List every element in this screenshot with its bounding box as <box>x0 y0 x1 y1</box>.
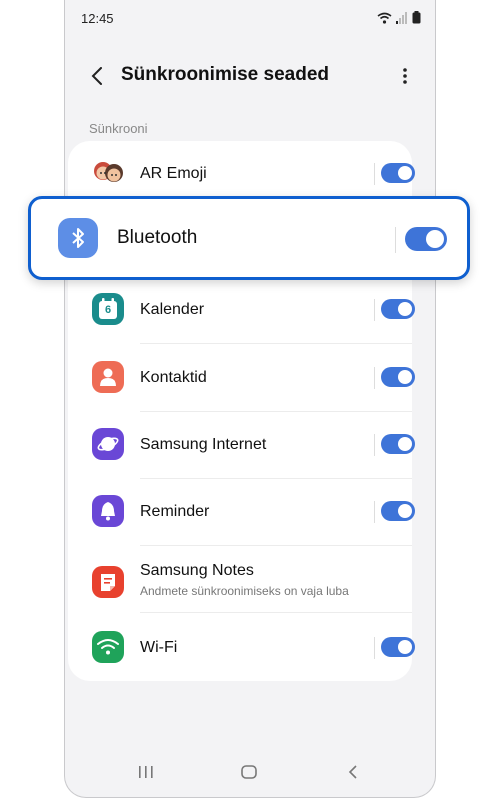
list-item-samsung-internet[interactable]: Samsung Internet <box>68 426 415 462</box>
wifi-toggle[interactable] <box>381 637 415 657</box>
item-label: Samsung Internet <box>140 436 267 453</box>
back-nav-icon <box>348 765 357 779</box>
status-bar: 12:45 <box>65 8 435 28</box>
back-button[interactable] <box>85 62 109 90</box>
row-divider <box>140 545 412 546</box>
toggle-knob <box>398 370 412 384</box>
bluetooth-highlight-callout: Bluetooth <box>28 196 470 280</box>
wifi-icon <box>92 631 124 663</box>
divider <box>374 434 375 456</box>
toggle-knob <box>398 504 412 518</box>
row-divider <box>140 478 412 479</box>
reminder-toggle[interactable] <box>381 501 415 521</box>
back-nav-button[interactable] <box>342 761 364 783</box>
item-sublabel: Andmete sünkroonimiseks on vaja luba <box>140 584 349 598</box>
item-label: Bluetooth <box>117 227 198 248</box>
kalender-toggle[interactable] <box>381 299 415 319</box>
home-icon <box>241 765 257 779</box>
item-label: Kontaktid <box>140 369 207 386</box>
recent-apps-icon <box>139 766 153 778</box>
navigation-bar <box>65 747 435 797</box>
row-divider <box>140 343 412 344</box>
toggle-knob <box>398 640 412 654</box>
list-item-wifi[interactable]: Wi-Fi <box>68 629 415 665</box>
list-item-reminder[interactable]: Reminder <box>68 493 415 529</box>
calendar-day: 6 <box>104 304 112 316</box>
toggle-knob <box>426 230 444 248</box>
divider <box>374 367 375 389</box>
battery-icon <box>412 11 421 24</box>
samsung-notes-icon <box>92 566 124 598</box>
more-options-button[interactable] <box>395 62 415 90</box>
more-vertical-icon <box>403 68 407 84</box>
list-item-kalender[interactable]: 6 Kalender <box>68 291 415 327</box>
home-button[interactable] <box>238 761 260 783</box>
wifi-signal-icon <box>377 12 392 24</box>
row-divider <box>140 612 412 613</box>
recent-apps-button[interactable] <box>135 761 157 783</box>
app-bar: Sünkroonimise seaded <box>65 56 435 96</box>
contacts-icon <box>92 361 124 393</box>
status-icons <box>377 11 421 24</box>
toggle-knob <box>398 166 412 180</box>
kontaktid-toggle[interactable] <box>381 367 415 387</box>
item-label: Samsung Notes <box>140 562 254 579</box>
row-divider <box>140 411 412 412</box>
divider <box>374 637 375 659</box>
item-label: Reminder <box>140 503 210 520</box>
samsung-internet-toggle[interactable] <box>381 434 415 454</box>
divider <box>395 227 396 253</box>
divider <box>374 501 375 523</box>
list-item-ar-emoji[interactable]: AR Emoji <box>68 155 415 191</box>
toggle-knob <box>398 302 412 316</box>
list-item-samsung-notes[interactable]: Samsung Notes Andmete sünkroonimiseks on… <box>68 560 412 604</box>
calendar-icon: 6 <box>92 293 124 325</box>
list-item-kontaktid[interactable]: Kontaktid <box>68 359 415 395</box>
chevron-left-icon <box>91 67 102 85</box>
bluetooth-toggle[interactable] <box>405 227 447 251</box>
ar-emoji-icon <box>92 157 124 189</box>
cell-signal-icon <box>396 11 407 24</box>
status-time: 12:45 <box>81 11 114 26</box>
divider <box>374 299 375 321</box>
page-title: Sünkroonimise seaded <box>121 64 330 85</box>
phone-frame: 12:45 Sünkroonimise seaded Sünkrooni AR … <box>64 0 436 798</box>
samsung-internet-icon <box>92 428 124 460</box>
bluetooth-icon <box>58 218 98 258</box>
ar-emoji-toggle[interactable] <box>381 163 415 183</box>
section-label: Sünkrooni <box>89 121 148 136</box>
item-label: Kalender <box>140 301 205 318</box>
divider <box>374 163 375 185</box>
item-label: Wi-Fi <box>140 639 178 656</box>
reminder-icon <box>92 495 124 527</box>
toggle-knob <box>398 437 412 451</box>
item-label: AR Emoji <box>140 165 207 182</box>
